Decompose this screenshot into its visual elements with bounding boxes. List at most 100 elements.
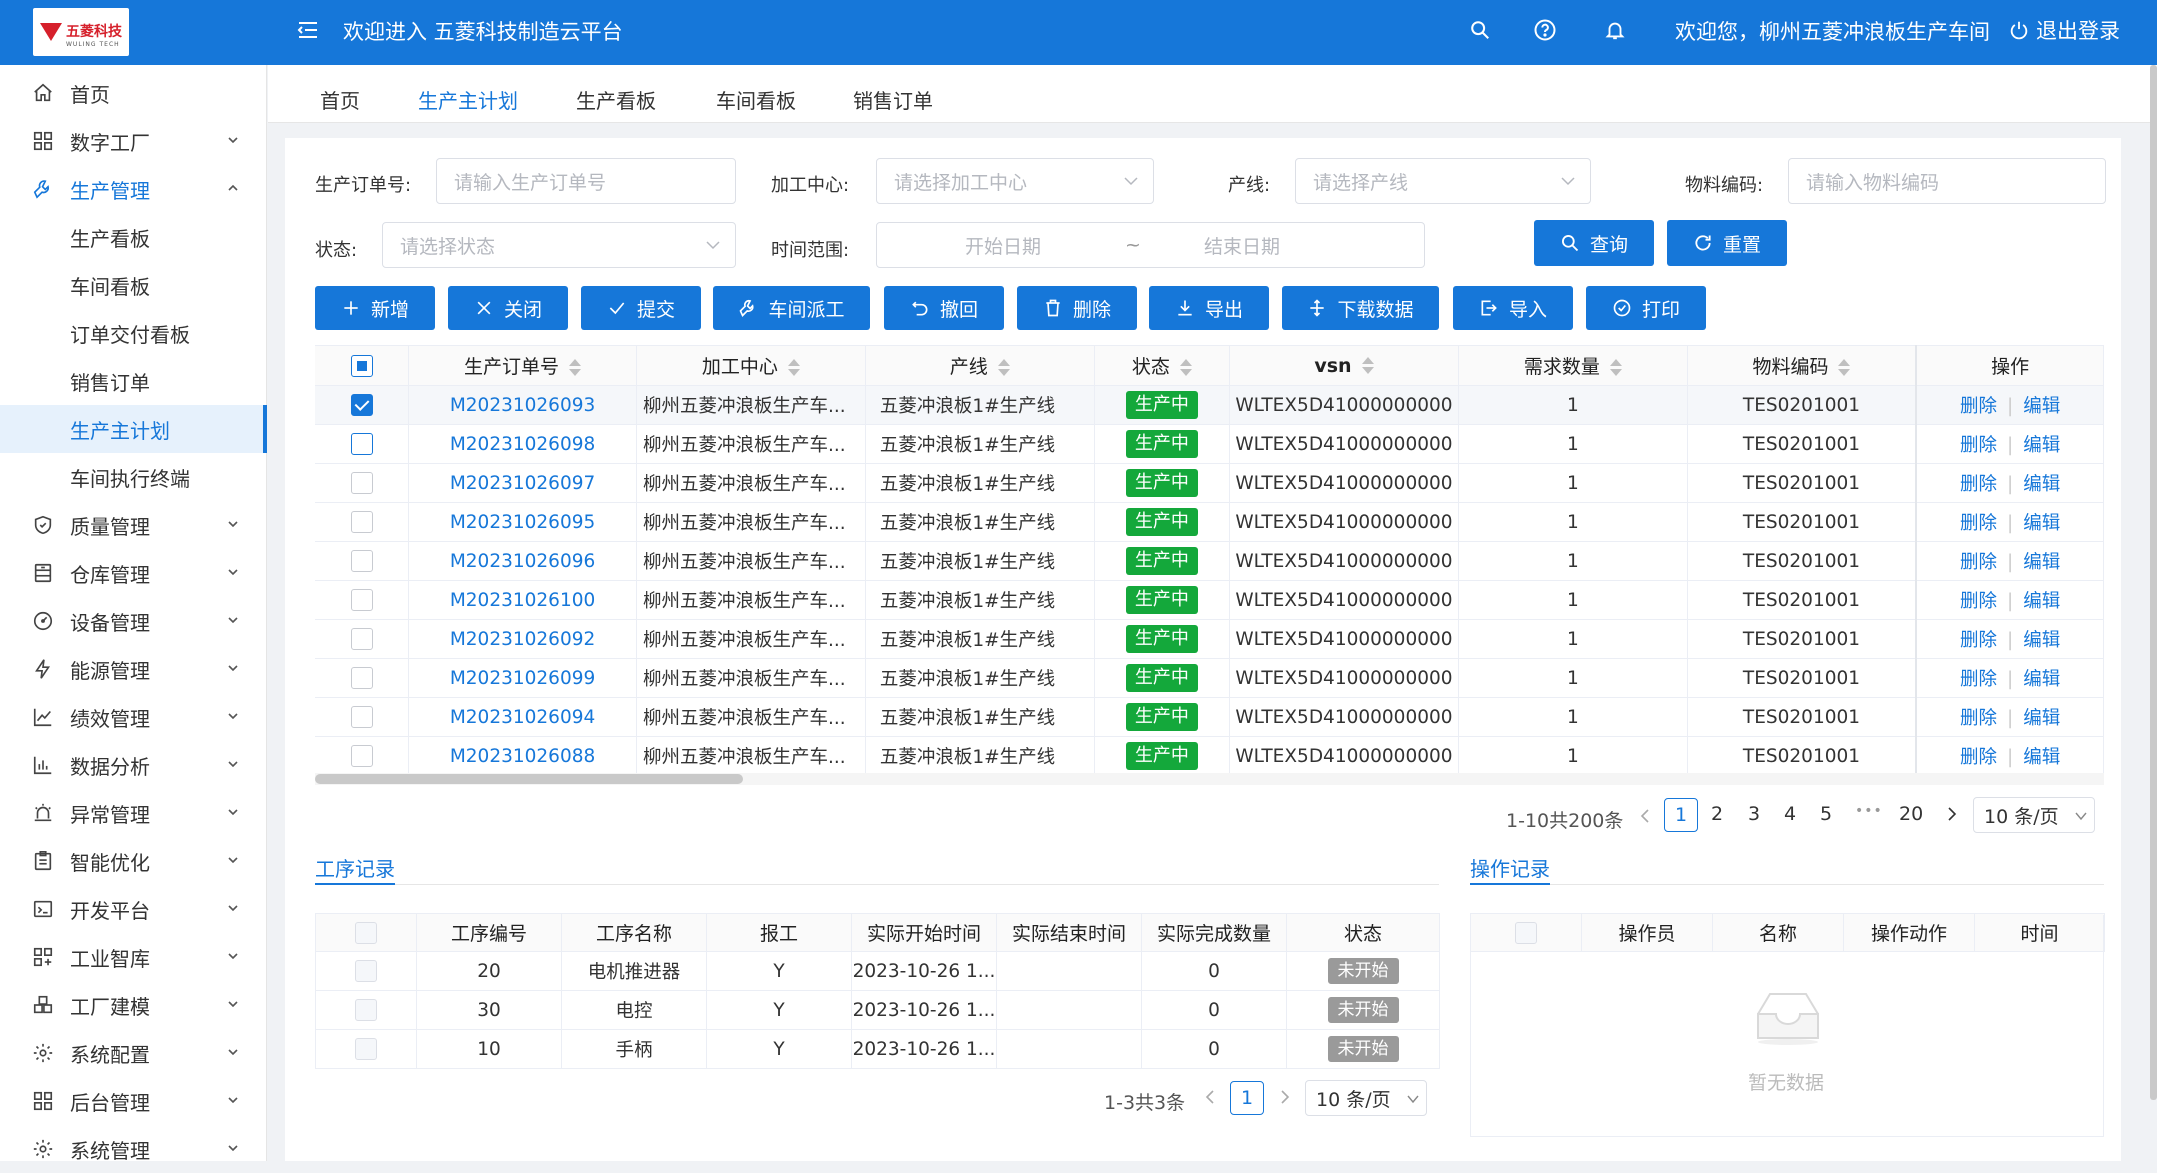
sidebar-sub-execution-terminal[interactable]: 车间执行终端 bbox=[0, 453, 267, 501]
table-row[interactable]: M20231026098 柳州五菱冲浪板生产车... 五菱冲浪板1#生产线 生产中 WL… bbox=[315, 424, 2105, 464]
row-checkbox[interactable] bbox=[350, 628, 373, 650]
row-delete-link[interactable]: 删除 bbox=[1960, 669, 1997, 690]
table-row[interactable]: M20231026092 柳州五菱冲浪板生产车... 五菱冲浪板1#生产线 生产中 WL… bbox=[315, 619, 2105, 659]
select-all-checkbox[interactable] bbox=[350, 354, 373, 377]
order-no-link[interactable]: M20231026092 bbox=[408, 619, 637, 659]
table-row[interactable]: M20231026099 柳州五菱冲浪板生产车... 五菱冲浪板1#生产线 生产中 WL… bbox=[315, 658, 2105, 698]
help-icon[interactable] bbox=[1530, 15, 1560, 45]
row-delete-link[interactable]: 删除 bbox=[1960, 708, 1997, 729]
col-work-center[interactable]: 加工中心 bbox=[636, 345, 866, 386]
row-delete-link[interactable]: 删除 bbox=[1960, 630, 1997, 651]
table-row[interactable]: M20231026100 柳州五菱冲浪板生产车... 五菱冲浪板1#生产线 生产中 WL… bbox=[315, 580, 2105, 620]
row-select-cell[interactable] bbox=[315, 424, 410, 464]
row-checkbox[interactable] bbox=[350, 511, 373, 533]
export-button[interactable]: 导出 bbox=[1149, 286, 1269, 330]
row-select-cell[interactable] bbox=[315, 736, 410, 776]
row-select-cell[interactable] bbox=[315, 502, 410, 542]
col-qty[interactable]: 需求数量 bbox=[1458, 345, 1688, 386]
page-ellipsis[interactable]: ••• bbox=[1855, 803, 1883, 819]
search-icon[interactable] bbox=[1465, 15, 1495, 45]
sort-icon[interactable] bbox=[569, 358, 582, 378]
row-edit-link[interactable]: 编辑 bbox=[2023, 513, 2060, 534]
row-edit-link[interactable]: 编辑 bbox=[2023, 747, 2060, 768]
col-line[interactable]: 产线 bbox=[865, 345, 1095, 386]
row-checkbox[interactable] bbox=[350, 706, 373, 728]
status-select[interactable]: 请选择状态 bbox=[382, 222, 736, 268]
row-edit-link[interactable]: 编辑 bbox=[2023, 630, 2060, 651]
close-button[interactable]: 关闭 bbox=[448, 286, 568, 330]
order-no-link[interactable]: M20231026096 bbox=[408, 541, 637, 581]
production-line-select[interactable]: 请选择产线 bbox=[1295, 158, 1591, 204]
sidebar-sub-production-board[interactable]: 生产看板 bbox=[0, 213, 267, 261]
checkbox[interactable] bbox=[355, 921, 377, 944]
page-2[interactable]: 2 bbox=[1711, 803, 1723, 825]
sidebar-item-equipment[interactable]: 设备管理 bbox=[0, 597, 267, 645]
order-no-input[interactable]: 请输入生产订单号 bbox=[436, 158, 736, 204]
sidebar-item-warehouse[interactable]: 仓库管理 bbox=[0, 549, 267, 597]
tab-home[interactable]: 首页 bbox=[320, 85, 360, 114]
sort-icon[interactable] bbox=[1838, 358, 1851, 378]
dispatch-button[interactable]: 车间派工 bbox=[713, 286, 870, 330]
material-code-input[interactable]: 请输入物料编码 bbox=[1788, 158, 2106, 204]
order-no-link[interactable]: M20231026088 bbox=[408, 736, 637, 776]
row-checkbox[interactable] bbox=[350, 433, 373, 455]
page-size-select[interactable]: 10 条/页 bbox=[1973, 797, 2095, 833]
process-row[interactable]: 20 电机推进器 Y 2023-10-26 1... 0 未开始 bbox=[315, 951, 1440, 991]
sort-icon[interactable] bbox=[1361, 356, 1374, 376]
order-no-link[interactable]: M20231026100 bbox=[408, 580, 637, 620]
tab-production-board[interactable]: 生产看板 bbox=[576, 85, 656, 114]
work-center-select[interactable]: 请选择加工中心 bbox=[876, 158, 1154, 204]
row-delete-link[interactable]: 删除 bbox=[1960, 591, 1997, 612]
sidebar-item-production[interactable]: 生产管理 bbox=[0, 165, 267, 213]
col-order-no[interactable]: 生产订单号 bbox=[408, 345, 637, 386]
order-no-link[interactable]: M20231026095 bbox=[408, 502, 637, 542]
row-delete-link[interactable]: 删除 bbox=[1960, 513, 1997, 534]
table-row[interactable]: M20231026095 柳州五菱冲浪板生产车... 五菱冲浪板1#生产线 生产中 WL… bbox=[315, 502, 2105, 542]
sort-icon[interactable] bbox=[997, 358, 1010, 378]
row-checkbox[interactable] bbox=[350, 394, 373, 416]
sidebar-item-industrial-library[interactable]: 工业智库 bbox=[0, 933, 267, 981]
row-edit-link[interactable]: 编辑 bbox=[2023, 474, 2060, 495]
sidebar-item-system-admin[interactable]: 系统管理 bbox=[0, 1125, 267, 1173]
process-records-title[interactable]: 工序记录 bbox=[315, 853, 395, 882]
row-checkbox[interactable] bbox=[355, 999, 377, 1021]
prev-page-icon[interactable] bbox=[1203, 1089, 1219, 1105]
order-no-link[interactable]: M20231026093 bbox=[408, 385, 637, 425]
process-row[interactable]: 30 电控 Y 2023-10-26 1... 0 未开始 bbox=[315, 990, 1440, 1030]
row-checkbox[interactable] bbox=[350, 472, 373, 494]
table-row[interactable]: M20231026097 柳州五菱冲浪板生产车... 五菱冲浪板1#生产线 生产中 WL… bbox=[315, 463, 2105, 503]
sidebar-item-dev-platform[interactable]: 开发平台 bbox=[0, 885, 267, 933]
row-select-cell[interactable] bbox=[315, 541, 410, 581]
table-row[interactable]: M20231026088 柳州五菱冲浪板生产车... 五菱冲浪板1#生产线 生产中 WL… bbox=[315, 736, 2105, 776]
page-1[interactable]: 1 bbox=[1664, 798, 1698, 832]
col-status[interactable]: 状态 bbox=[1094, 345, 1231, 386]
row-edit-link[interactable]: 编辑 bbox=[2023, 396, 2060, 417]
order-no-link[interactable]: M20231026094 bbox=[408, 697, 637, 737]
next-page-icon[interactable] bbox=[1276, 1089, 1292, 1105]
sidebar-item-digital-factory[interactable]: 数字工厂 bbox=[0, 117, 267, 165]
row-checkbox[interactable] bbox=[350, 745, 373, 767]
table-row[interactable]: M20231026096 柳州五菱冲浪板生产车... 五菱冲浪板1#生产线 生产中 WL… bbox=[315, 541, 2105, 581]
row-edit-link[interactable]: 编辑 bbox=[2023, 708, 2060, 729]
row-select-cell[interactable] bbox=[315, 385, 410, 425]
sidebar-sub-delivery-board[interactable]: 订单交付看板 bbox=[0, 309, 267, 357]
submit-button[interactable]: 提交 bbox=[581, 286, 701, 330]
sidebar-item-quality[interactable]: 质量管理 bbox=[0, 501, 267, 549]
sidebar-item-analytics[interactable]: 数据分析 bbox=[0, 741, 267, 789]
row-checkbox[interactable] bbox=[350, 667, 373, 689]
bell-icon[interactable] bbox=[1600, 15, 1630, 45]
row-edit-link[interactable]: 编辑 bbox=[2023, 591, 2060, 612]
row-delete-link[interactable]: 删除 bbox=[1960, 396, 1997, 417]
date-range-picker[interactable]: 开始日期 ~ 结束日期 bbox=[876, 222, 1425, 268]
process-select-cell[interactable] bbox=[315, 951, 417, 991]
sidebar-item-optimization[interactable]: 智能优化 bbox=[0, 837, 267, 885]
sidebar-item-energy[interactable]: 能源管理 bbox=[0, 645, 267, 693]
sidebar-item-exception[interactable]: 异常管理 bbox=[0, 789, 267, 837]
row-edit-link[interactable]: 编辑 bbox=[2023, 435, 2060, 456]
process-row[interactable]: 10 手柄 Y 2023-10-26 1... 0 未开始 bbox=[315, 1029, 1440, 1069]
row-checkbox[interactable] bbox=[350, 550, 373, 572]
reset-button[interactable]: 重置 bbox=[1667, 220, 1787, 266]
row-delete-link[interactable]: 删除 bbox=[1960, 747, 1997, 768]
prev-page-icon[interactable] bbox=[1638, 808, 1654, 824]
sidebar-item-system-config[interactable]: 系统配置 bbox=[0, 1029, 267, 1077]
